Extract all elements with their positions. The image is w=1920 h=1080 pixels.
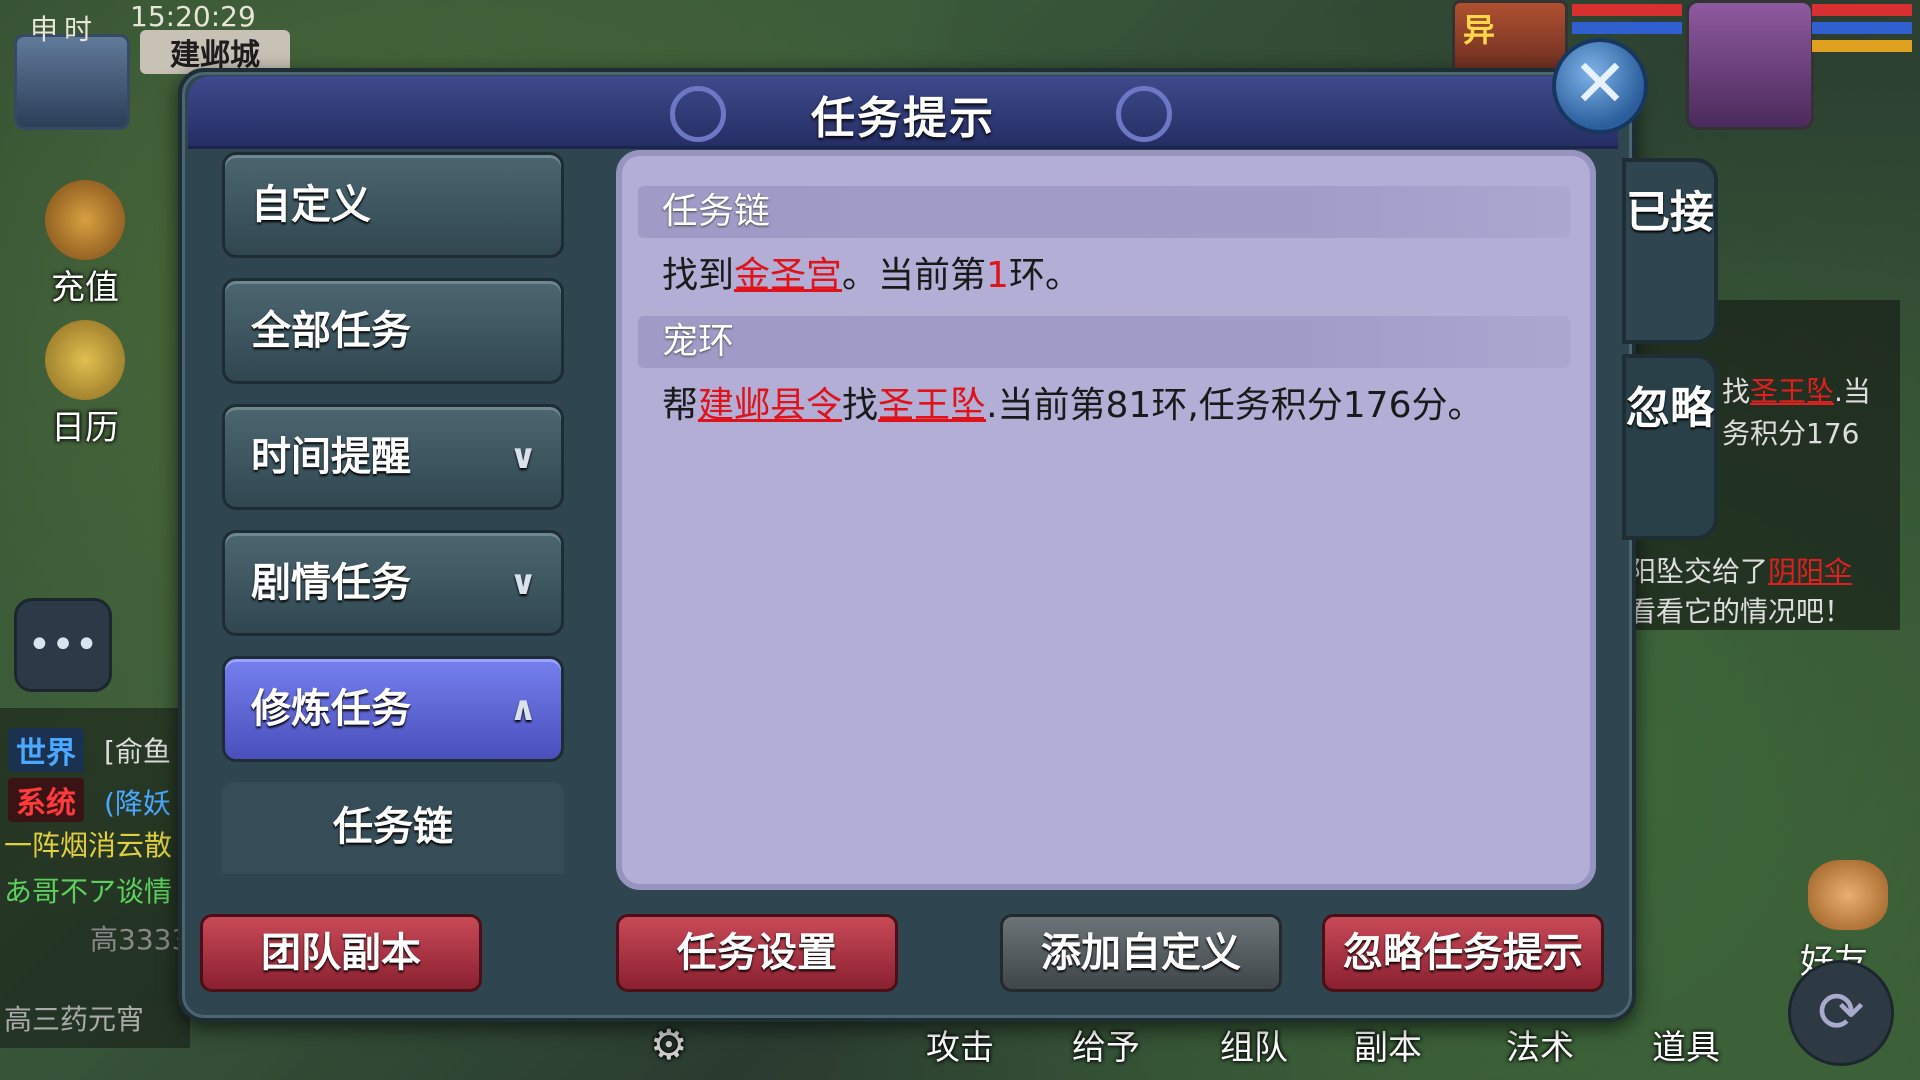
section-header-pet-ring: 宠环 — [638, 316, 1570, 368]
npc-link[interactable]: 建邺县令 — [698, 385, 842, 426]
clock-label: 15:20:29 — [130, 0, 256, 33]
tracker-line-4: 看看它的情况吧！ — [1628, 595, 1853, 628]
section-body-pet-ring: 帮建邺县令找圣王坠.当前第81环,任务积分176分。 — [662, 385, 1484, 426]
menu-time-reminder-label: 时间提醒 — [251, 434, 411, 480]
chat-line: (降妖 — [104, 787, 171, 820]
mp-bar — [1812, 22, 1912, 34]
settings-gear-icon[interactable]: ⚙ — [650, 1020, 688, 1069]
chevron-down-icon: ∨ — [509, 437, 537, 477]
chat-line: 一阵烟消云散 — [4, 829, 173, 862]
treasure-icon — [45, 180, 125, 260]
handshake-icon — [1808, 860, 1888, 930]
menu-cultivation-tasks[interactable]: 修炼任务 ∧ — [222, 656, 564, 762]
recharge-label: 充值 — [51, 268, 119, 308]
hp-bar — [1812, 4, 1912, 16]
menu-time-reminder[interactable]: 时间提醒 ∨ — [222, 404, 564, 510]
attack-button[interactable]: 攻击 — [926, 1020, 994, 1069]
chat-line: [俞鱼 — [104, 735, 171, 768]
team-dungeon-button[interactable]: 团队副本 — [200, 914, 482, 992]
tracker-line-3: 阳坠交给了阴阳伞 — [1628, 555, 1853, 588]
chat-icon[interactable]: ••• — [14, 598, 112, 692]
task-hint-dialog: 任务提示 自定义 全部任务 时间提醒 ∨ 剧情任务 ∨ 修炼任务 ∧ 任务链 任… — [178, 68, 1718, 1022]
refresh-icon[interactable]: ⟳ — [1788, 960, 1894, 1066]
menu-story-tasks[interactable]: 剧情任务 ∨ — [222, 530, 564, 636]
chat-line: あ哥不ア谈情 — [4, 875, 173, 908]
pet-mp-bar — [1572, 22, 1682, 34]
dialog-title: 任务提示 — [811, 93, 995, 144]
chevron-down-icon: ∨ — [509, 563, 537, 603]
menu-cultivation-tasks-label: 修炼任务 — [251, 686, 411, 732]
ignore-task-hint-button[interactable]: 忽略任务提示 — [1322, 914, 1604, 992]
sp-bar — [1812, 40, 1912, 52]
give-button[interactable]: 给予 — [1072, 1020, 1140, 1069]
item-link[interactable]: 圣王坠 — [878, 385, 986, 426]
team-button[interactable]: 组队 — [1220, 1020, 1288, 1069]
chevron-up-icon: ∧ — [509, 689, 537, 729]
tab-accepted[interactable]: 已接 — [1622, 158, 1718, 344]
add-custom-button[interactable]: 添加自定义 — [1000, 914, 1282, 992]
task-content-panel: 任务链 找到金圣宫。当前第1环。 宠环 帮建邺县令找圣王坠.当前第81环,任务积… — [616, 150, 1596, 890]
submenu-task-chain[interactable]: 任务链 — [222, 782, 564, 874]
menu-story-tasks-label: 剧情任务 — [251, 560, 411, 606]
menu-all-tasks[interactable]: 全部任务 — [222, 278, 564, 384]
close-button[interactable]: ✕ — [1552, 38, 1648, 134]
dungeon-button[interactable]: 副本 — [1354, 1020, 1422, 1069]
character-portrait[interactable] — [1686, 0, 1814, 130]
items-button[interactable]: 道具 — [1652, 1020, 1720, 1069]
section-body-task-chain: 找到金圣宫。当前第1环。 — [662, 255, 1081, 296]
chat-tag-system[interactable]: 系统 — [8, 778, 84, 822]
menu-all-tasks-label: 全部任务 — [251, 308, 411, 354]
spell-button[interactable]: 法术 — [1506, 1020, 1574, 1069]
chat-line: 高3333 — [90, 923, 190, 956]
pet-hp-bar — [1572, 4, 1682, 16]
dialog-titlebar: 任务提示 — [188, 76, 1618, 149]
npc-link[interactable]: 金圣宫 — [734, 255, 842, 296]
tracker-line-2: 务积分176 — [1722, 417, 1860, 450]
close-icon: ✕ — [1572, 45, 1628, 122]
pet-tag: 异 — [1463, 11, 1496, 49]
shichen-label: 申时 — [30, 13, 99, 46]
tracker-line-1: 找圣王坠.当 — [1722, 375, 1871, 408]
calendar-icon — [45, 320, 125, 400]
calendar-button[interactable]: 日历 — [30, 320, 140, 449]
chat-tag-world[interactable]: 世界 — [8, 728, 84, 772]
menu-custom[interactable]: 自定义 — [222, 152, 564, 258]
pet-portrait[interactable]: 异 — [1452, 0, 1568, 76]
section-header-task-chain: 任务链 — [638, 186, 1570, 238]
recharge-button[interactable]: 充值 — [30, 180, 140, 309]
task-settings-button[interactable]: 任务设置 — [616, 914, 898, 992]
tab-ignored[interactable]: 忽略 — [1622, 354, 1718, 540]
chat-box[interactable]: 世界 系统 [俞鱼 (降妖 一阵烟消云散 あ哥不ア谈情 高3333 高三药元宵 — [0, 708, 190, 1048]
calendar-label: 日历 — [51, 408, 119, 448]
menu-custom-label: 自定义 — [251, 182, 371, 228]
chat-line: 高三药元宵 — [4, 1003, 145, 1036]
